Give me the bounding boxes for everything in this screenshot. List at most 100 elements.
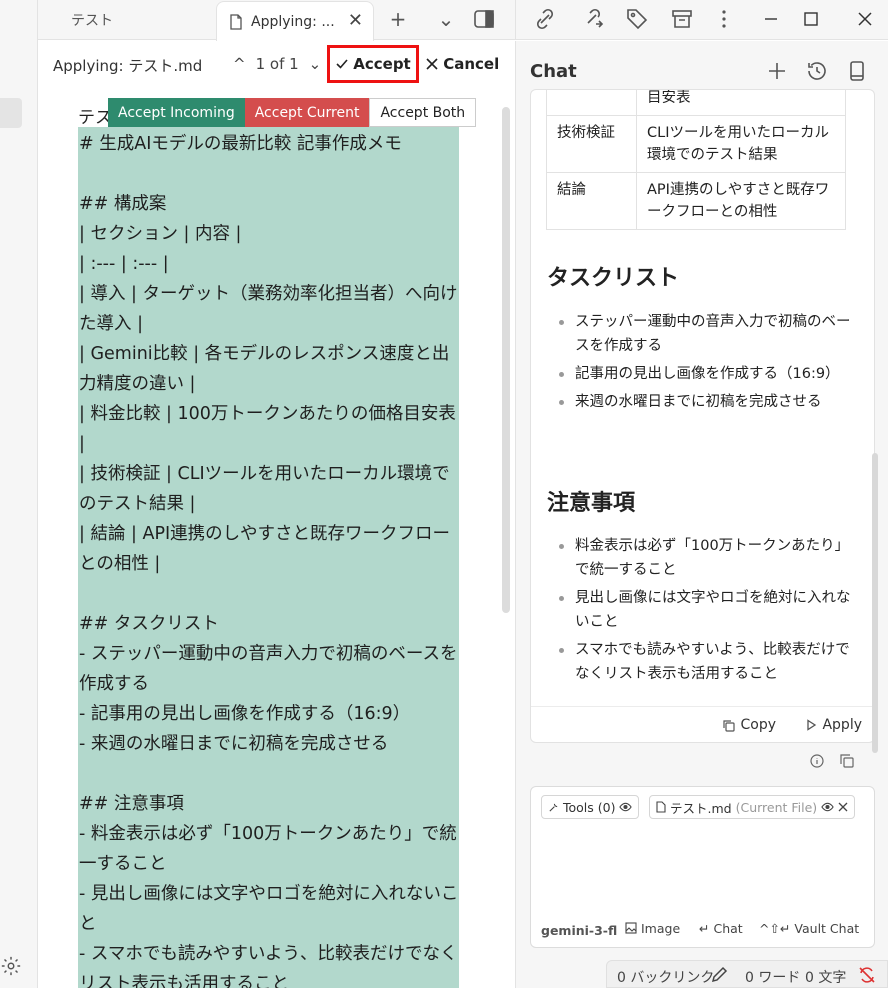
list-item: 記事用の見出し画像を作成する（16:9） [551,362,851,386]
table-cell [546,90,637,116]
tag-icon[interactable] [624,6,650,32]
table-cell: API連携のしやすさと既存ワークフローとの相性 [636,172,846,230]
list-item: 来週の水曜日までに初稿を完成させる [551,390,851,414]
copy-all-icon[interactable] [839,753,855,769]
accept-button[interactable]: Accept [327,45,419,83]
archive-icon[interactable] [669,6,695,32]
table-row: 結論 API連携のしやすさと既存ワークフローとの相性 [546,172,846,230]
accept-incoming-button[interactable]: Accept Incoming [108,98,245,127]
new-tab-icon[interactable]: + [385,6,411,32]
toggle-sidebar-icon[interactable] [471,6,497,32]
file-chip-note: (Current File) [735,799,818,815]
chat-label: Chat [713,921,743,936]
play-icon [807,719,817,731]
editor-scrollbar[interactable] [502,107,510,613]
model-selector[interactable]: gemini-3-flash [541,923,617,938]
table-cell: 技術検証 [546,115,637,173]
tools-chip[interactable]: Tools (0) [541,795,640,819]
history-icon[interactable] [805,59,829,83]
apply-button[interactable]: Apply [805,717,862,733]
close-window-icon[interactable] [852,6,878,32]
status-bar: 0 バックリンク 0 ワード 0 文字 [606,960,888,988]
cancel-label: Cancel [443,55,500,73]
accept-both-button[interactable]: Accept Both [369,98,477,127]
close-tab-icon[interactable]: ✕ [348,10,363,31]
image-button[interactable]: Image [625,921,680,936]
tasks-list: ステッパー運動中の音声入力で初稿のベースを作成する 記事用の見出し画像を作成する… [551,310,851,418]
word-count: 0 ワード [745,970,801,986]
image-label: Image [640,921,681,936]
tab-applying-label: Applying: ... [251,13,335,30]
x-icon [426,58,438,70]
copy-label: Copy [740,717,776,733]
editor-body: テスト Accept Incoming Accept Current Accep… [38,87,515,988]
char-count: 0 文字 [805,970,847,986]
copy-icon [723,719,736,732]
vault-chat-button[interactable]: ^⇧↵ Vault Chat [759,921,859,936]
tools-chip-label: Tools (0) [563,799,616,815]
tab-test-label: テスト [71,13,113,29]
link-branch-icon[interactable] [532,6,558,32]
settings-gear-icon[interactable] [0,955,22,977]
file-icon [656,801,666,813]
merge-action-bar: Accept Incoming Accept Current Accept Bo… [108,98,477,127]
eye-icon[interactable] [821,802,834,812]
change-counter: 1 of 1 [255,55,299,73]
backlinks-count[interactable]: 0 バックリンク [617,967,714,987]
table-cell: 目安表 [636,90,846,116]
table-row: 目安表 [546,90,846,116]
table-cell: 結論 [546,172,637,230]
assistant-message: 目安表 技術検証 CLIツールを用いたローカル環境でのテスト結果 結論 API連… [530,89,875,743]
sync-error-icon[interactable] [857,965,877,985]
accept-label: Accept [353,55,411,73]
message-actions: Copy Apply [531,706,874,742]
eye-icon[interactable] [619,802,633,812]
table-row: 技術検証 CLIツールを用いたローカル環境でのテスト結果 [546,115,846,173]
minimize-icon[interactable] [758,6,784,32]
list-item: 料金表示は必ず「100万トークンあたり」で統一すること [551,534,851,582]
tab-test[interactable]: テスト [71,0,113,40]
vault-chat-label: Vault Chat [794,921,860,936]
editor-header: Applying: テスト.md ^ 1 of 1 ⌄ Accept Cance… [38,41,515,87]
current-file-chip[interactable]: テスト.md (Current File) [649,795,856,819]
ctrl-shift-enter-icon: ^⇧↵ [759,921,791,936]
notes-heading: 注意事項 [547,491,636,516]
next-change-icon[interactable]: ⌄ [309,55,322,73]
list-item: ステッパー運動中の音声入力で初稿のベースを作成する [551,310,851,358]
tab-applying[interactable]: Applying: ... ✕ [216,1,374,41]
input-footer: gemini-3-flash Image ↵ Chat ^⇧↵ Vault Ch… [541,921,871,941]
editor-title: Applying: テスト.md [53,57,203,75]
tab-list-chevron-icon[interactable]: ⌄ [433,6,459,32]
list-item: 見出し画像には文字やロゴを絶対に入れないこと [551,586,851,634]
chat-scrollbar[interactable] [872,453,878,753]
ribbon-active-item[interactable] [0,98,22,128]
file-icon [230,13,242,30]
chat-input[interactable]: Tools (0) テスト.md (Current File) gemini-3… [530,786,875,948]
copy-button[interactable]: Copy [722,717,776,733]
cancel-button[interactable]: Cancel [426,55,499,73]
left-ribbon [0,0,38,988]
chat-title: Chat [530,61,577,82]
list-item: スマホでも読みやすいよう、比較表だけでなくリスト表示も活用すること [551,638,851,686]
link-forward-icon[interactable] [579,6,605,32]
accept-current-button[interactable]: Accept Current [244,98,370,127]
file-chip-label: テスト.md [670,800,732,816]
right-toolbar [515,0,888,40]
more-options-icon[interactable] [711,6,737,32]
notes-list: 料金表示は必ず「100万トークンあたり」で統一すること 見出し画像には文字やロゴ… [551,534,851,690]
send-chat-button[interactable]: ↵ Chat [699,921,743,936]
new-chat-plus-icon[interactable] [765,59,789,83]
edit-pen-icon[interactable] [709,965,729,985]
remove-chip-icon[interactable] [838,802,848,812]
table-cell: CLIツールを用いたローカル環境でのテスト結果 [636,115,846,173]
enter-key-icon: ↵ [699,921,710,936]
prev-change-icon[interactable]: ^ [233,55,246,73]
change-navigator: ^ 1 of 1 ⌄ [233,55,321,73]
maximize-icon[interactable] [798,6,824,32]
image-icon [625,922,637,934]
notebook-icon[interactable] [845,59,869,83]
incoming-change-text[interactable]: # 生成AIモデルの最新比較 記事作成メモ ## 構成案 | セクション | 内… [79,129,459,988]
tab-bar: テスト Applying: ... ✕ + ⌄ [38,0,515,41]
info-icon[interactable] [809,753,825,769]
chat-panel: Chat 目安表 技術検証 CLIツールを用いたローカル環境でのテスト結果 結論… [515,41,888,988]
